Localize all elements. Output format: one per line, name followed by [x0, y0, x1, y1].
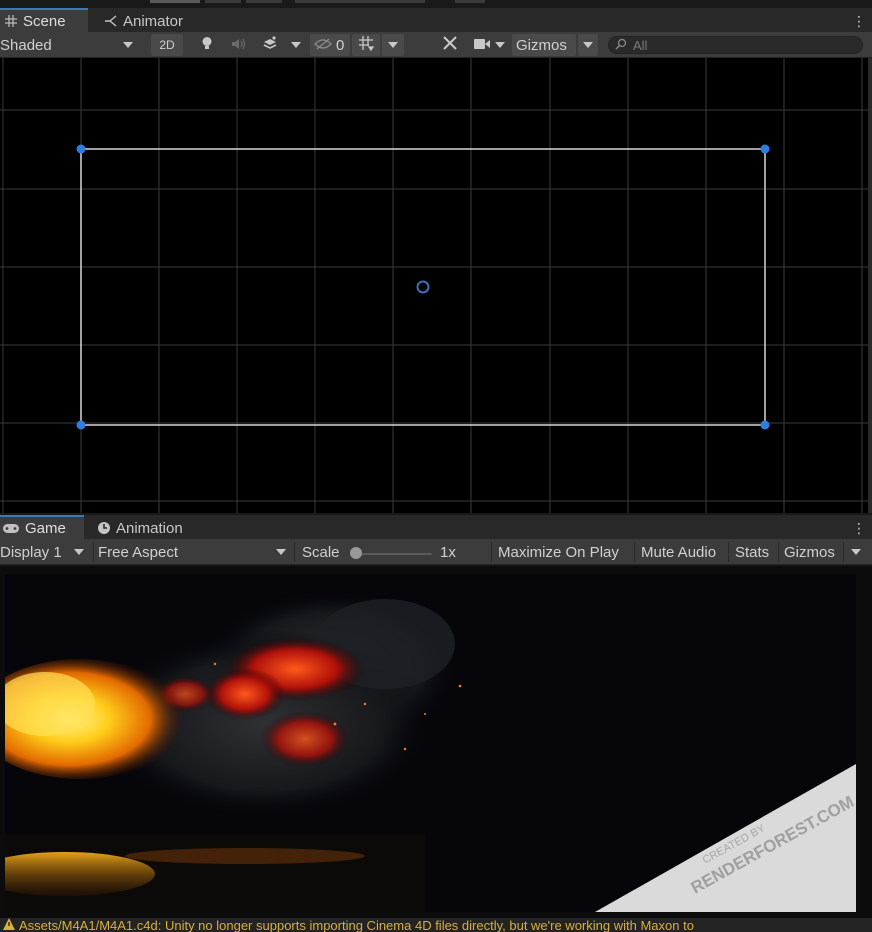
draw-mode-dropdown[interactable]: Shaded	[0, 34, 142, 56]
search-placeholder: All	[633, 37, 648, 53]
game-toolbar: Display 1 Free Aspect Scale 1x Maximize …	[0, 539, 872, 565]
chevron-down-icon	[495, 42, 505, 48]
maximize-on-play-toggle[interactable]: Maximize On Play	[492, 541, 634, 563]
rect-handle-top-left[interactable]	[76, 144, 86, 154]
scene-tab-bar: Scene Animator ⋮	[0, 8, 872, 34]
display-dropdown[interactable]: Display 1	[0, 541, 92, 563]
tab-game-label: Game	[25, 519, 66, 537]
game-gizmos-label: Gizmos	[784, 543, 835, 561]
scene-menu-icon[interactable]: ⋮	[852, 13, 866, 29]
scene-scrollbar[interactable]	[868, 58, 872, 514]
warning-icon	[3, 918, 15, 932]
tab-scene[interactable]: Scene	[0, 8, 88, 34]
search-icon	[615, 38, 627, 53]
toolbar-divider	[843, 542, 844, 562]
aspect-dropdown[interactable]: Free Aspect	[94, 541, 292, 563]
game-tab-bar: Game Animation ⋮	[0, 515, 872, 541]
tab-game[interactable]: Game	[0, 515, 84, 541]
tab-scene-label: Scene	[23, 12, 66, 30]
gizmos-button[interactable]: Gizmos	[512, 34, 576, 56]
draw-mode-label: Shaded	[0, 36, 52, 54]
scale-label: Scale	[302, 543, 340, 561]
mute-label: Mute Audio	[641, 543, 717, 561]
chevron-down-icon	[123, 42, 133, 48]
chevron-down-icon	[74, 549, 84, 555]
mode-2d-label: 2D	[159, 38, 175, 52]
game-viewport[interactable]: CREATED BY RENDERFOREST.COM	[5, 574, 856, 912]
hidden-count: 0	[336, 36, 345, 54]
tab-animator[interactable]: Animator	[100, 8, 191, 34]
lighting-toggle[interactable]	[192, 34, 222, 56]
camera-dropdown[interactable]	[470, 34, 510, 56]
gamepad-icon	[2, 521, 20, 535]
top-strip	[0, 0, 872, 8]
chevron-down-icon	[851, 549, 861, 555]
rect-handle-top-right[interactable]	[760, 144, 770, 154]
game-gizmos-dropdown[interactable]	[845, 541, 867, 563]
game-menu-icon[interactable]: ⋮	[852, 520, 866, 536]
scene-viewport[interactable]	[0, 58, 868, 514]
grid-snap-toggle[interactable]	[352, 34, 380, 56]
chevron-down-icon	[291, 42, 301, 48]
maximize-label: Maximize On Play	[498, 543, 619, 561]
stats-label: Stats	[735, 543, 770, 561]
scene-search-input[interactable]: All	[608, 36, 863, 54]
grid-snap-icon	[358, 35, 375, 55]
chevron-down-icon	[583, 42, 593, 48]
scene-grid	[0, 58, 868, 514]
console-status-bar[interactable]: Assets/M4A1/M4A1.c4d: Unity no longer su…	[0, 918, 872, 932]
tab-animation[interactable]: Animation	[95, 515, 191, 541]
effects-toggle[interactable]	[255, 34, 285, 56]
game-gizmos-button[interactable]: Gizmos	[779, 541, 843, 563]
effects-layers-icon	[262, 36, 278, 54]
speaker-icon	[231, 37, 247, 54]
stats-toggle[interactable]: Stats	[729, 541, 777, 563]
canvas-rect-outline[interactable]	[80, 148, 766, 426]
scale-slider[interactable]: Scale 1x	[296, 541, 490, 563]
rect-handle-bottom-left[interactable]	[76, 420, 86, 430]
scene-toolbar: Shaded 2D 0 Gizmos All	[0, 32, 872, 58]
scene-canvas	[0, 58, 868, 514]
tab-animator-label: Animator	[123, 12, 184, 30]
aspect-label: Free Aspect	[98, 543, 179, 561]
gizmos-label: Gizmos	[516, 36, 567, 54]
lightbulb-icon	[201, 36, 213, 55]
effects-dropdown[interactable]	[287, 34, 305, 56]
camera-icon	[473, 37, 491, 54]
eye-hidden-icon	[314, 37, 332, 54]
tools-toggle[interactable]	[436, 34, 464, 56]
tab-animation-label: Animation	[116, 519, 183, 537]
grid-icon	[4, 14, 18, 28]
scene-visibility-toggle[interactable]: 0	[310, 34, 350, 56]
rect-handle-bottom-right[interactable]	[760, 420, 770, 430]
audio-toggle[interactable]	[224, 34, 254, 56]
watermark: CREATED BY RENDERFOREST.COM	[595, 764, 856, 912]
mode-2d-button[interactable]: 2D	[151, 34, 183, 56]
scale-slider-thumb[interactable]	[350, 547, 362, 559]
grid-dropdown[interactable]	[382, 34, 404, 56]
game-render-image: CREATED BY RENDERFOREST.COM	[5, 589, 856, 912]
toolbar-divider	[294, 542, 295, 562]
display-label: Display 1	[0, 543, 62, 561]
chevron-down-icon	[388, 42, 398, 48]
mute-audio-toggle[interactable]: Mute Audio	[635, 541, 728, 563]
scale-value: 1x	[440, 543, 456, 561]
scale-slider-track[interactable]	[356, 553, 432, 555]
console-message: Assets/M4A1/M4A1.c4d: Unity no longer su…	[19, 918, 694, 932]
gizmos-dropdown[interactable]	[578, 34, 598, 56]
pivot-handle[interactable]	[416, 280, 430, 294]
animator-icon	[104, 14, 118, 28]
clock-icon	[97, 521, 111, 535]
chevron-down-icon	[276, 549, 286, 555]
tools-icon	[442, 35, 458, 55]
